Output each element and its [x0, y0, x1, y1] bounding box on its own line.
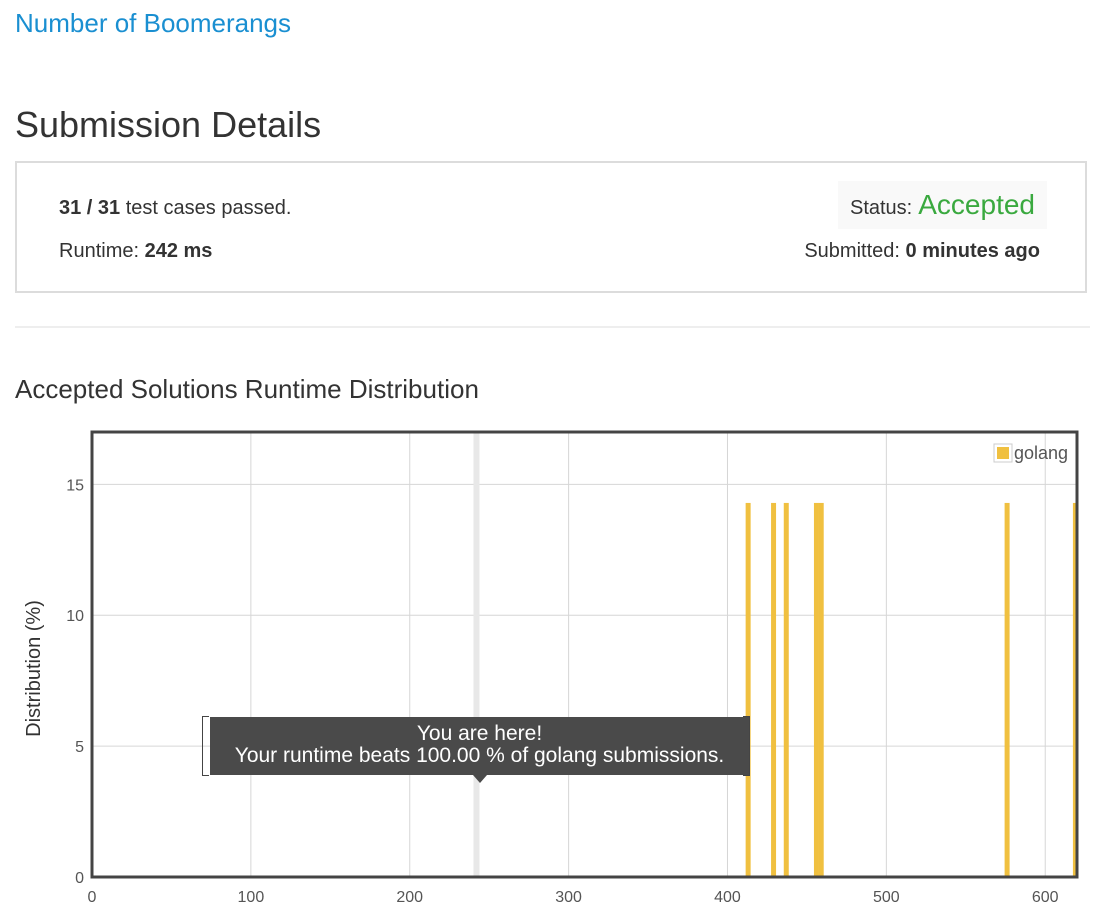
chart-legend[interactable]: golang	[993, 443, 1068, 463]
legend-label-golang: golang	[1014, 443, 1068, 463]
x-tick-label: 600	[1032, 889, 1059, 906]
bar-golang-429[interactable]	[771, 502, 777, 877]
y-tick-label: 10	[66, 608, 84, 625]
y-tick-label: 5	[75, 739, 84, 756]
bar-golang-456[interactable]	[813, 502, 819, 877]
legend-swatch-golang	[997, 447, 1009, 459]
y-tick-label: 0	[75, 870, 84, 887]
y-tick-label: 15	[66, 477, 84, 494]
tooltip-line-1: You are here!	[416, 722, 543, 745]
current-runtime-marker	[473, 432, 480, 877]
x-axis-ticks: 0 100 200 300 400 500 600	[88, 889, 1059, 906]
tooltip-bracket-left	[202, 716, 209, 776]
x-tick-label: 500	[873, 889, 900, 906]
y-axis-label: Distribution (%)	[23, 600, 45, 737]
tooltip-line-2: Your runtime beats 100.00 % of golang su…	[234, 744, 725, 767]
current-runtime-bar	[473, 432, 480, 877]
y-axis-ticks: 0 5 10 15	[66, 477, 84, 887]
x-tick-label: 300	[555, 889, 582, 906]
x-tick-label: 0	[88, 889, 97, 906]
bar-golang-437[interactable]	[783, 502, 789, 877]
bar-golang-413[interactable]	[745, 502, 751, 877]
bar-golang-576[interactable]	[1004, 502, 1010, 877]
x-tick-label: 400	[714, 889, 741, 906]
plot-area	[92, 432, 1077, 877]
x-tick-label: 200	[396, 889, 423, 906]
runtime-tooltip: You are here! Your runtime beats 100.00 …	[210, 717, 749, 775]
x-tick-label: 100	[238, 889, 265, 906]
bar-golang-459[interactable]	[818, 502, 824, 877]
tooltip-arrow	[473, 775, 487, 783]
